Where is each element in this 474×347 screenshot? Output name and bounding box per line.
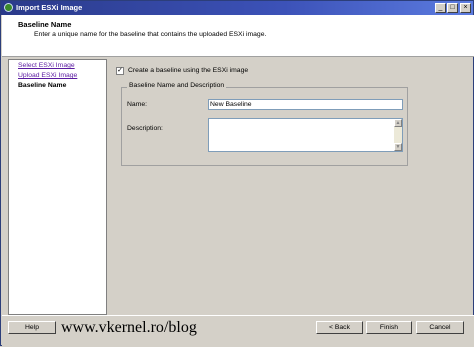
nav-step-baseline-name: Baseline Name: [18, 82, 67, 89]
finish-button[interactable]: Finish: [366, 321, 412, 334]
cancel-button[interactable]: Cancel: [416, 321, 464, 334]
back-button[interactable]: < Back: [316, 321, 363, 334]
description-field[interactable]: [208, 118, 403, 152]
page-title: Baseline Name: [18, 20, 72, 29]
import-esxi-image-dialog: Import ESXi Image _ □ × Baseline Name En…: [0, 0, 474, 347]
wizard-steps-nav: Select ESXi Image Upload ESXi Image Base…: [8, 59, 107, 315]
title-bar[interactable]: Import ESXi Image _ □ ×: [1, 1, 473, 15]
watermark-text: www.vkernel.ro/blog: [61, 319, 197, 336]
nav-step-select-esxi-image[interactable]: Select ESXi Image: [18, 62, 75, 69]
close-button[interactable]: ×: [460, 3, 471, 13]
groupbox-title: Baseline Name and Description: [127, 82, 227, 89]
scroll-up-icon[interactable]: ▲: [394, 119, 402, 127]
create-baseline-label[interactable]: Create a baseline using the ESXi image: [128, 67, 248, 74]
nav-step-upload-esxi-image[interactable]: Upload ESXi Image: [18, 72, 77, 79]
wizard-header: Baseline Name Enter a unique name for th…: [2, 15, 474, 57]
page-description: Enter a unique name for the baseline tha…: [34, 31, 267, 38]
name-label: Name:: [127, 101, 148, 108]
window-title: Import ESXi Image: [16, 3, 83, 12]
help-button[interactable]: Help: [8, 321, 56, 334]
create-baseline-checkbox[interactable]: ✓: [116, 67, 124, 75]
maximize-button[interactable]: □: [447, 3, 458, 13]
minimize-button[interactable]: _: [435, 3, 446, 13]
description-label: Description:: [127, 125, 163, 132]
app-icon: [4, 3, 13, 12]
scroll-down-icon[interactable]: ▼: [394, 143, 402, 151]
description-scrollbar[interactable]: ▲ ▼: [394, 119, 402, 151]
name-field[interactable]: New Baseline: [208, 99, 403, 110]
